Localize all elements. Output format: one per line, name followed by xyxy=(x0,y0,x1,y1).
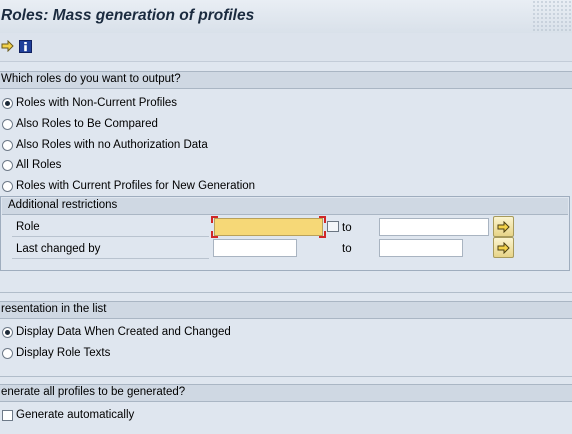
generate-automatically-checkbox[interactable] xyxy=(2,409,13,421)
radio-button[interactable] xyxy=(2,159,13,171)
title-bar: Roles: Mass generation of profiles xyxy=(0,0,572,34)
radio-button[interactable] xyxy=(2,180,13,192)
restrictions-header: Additional restrictions xyxy=(2,198,568,215)
output-section-header: Which roles do you want to output? xyxy=(0,71,572,89)
to-label: to xyxy=(342,222,352,234)
multiple-selection-arrow-icon xyxy=(497,241,510,254)
page-title: Roles: Mass generation of profiles xyxy=(1,7,255,24)
role-label: Role xyxy=(16,221,40,233)
label-underline xyxy=(12,236,209,237)
title-bar-pattern xyxy=(532,0,572,33)
section-separator xyxy=(0,376,572,377)
information-icon[interactable] xyxy=(18,39,32,53)
radio-button-selected[interactable] xyxy=(2,97,13,109)
radio-display-role-texts[interactable]: Display Role Texts xyxy=(2,344,110,362)
last-changed-by-from-input[interactable] xyxy=(213,239,297,257)
role-from-field-wrapper xyxy=(211,216,326,238)
radio-display-created-changed[interactable]: Display Data When Created and Changed xyxy=(2,323,231,341)
radio-button[interactable] xyxy=(2,118,13,130)
radio-no-authorization-data[interactable]: Also Roles with no Authorization Data xyxy=(2,136,208,154)
last-changed-by-multiple-selection-button[interactable] xyxy=(493,237,514,258)
multiple-selection-arrow-icon xyxy=(497,220,510,233)
to-label: to xyxy=(342,243,352,255)
role-from-input[interactable] xyxy=(214,218,323,236)
execute-arrow-icon[interactable] xyxy=(0,39,14,53)
radio-current-profiles-new-generation[interactable]: Roles with Current Profiles for New Gene… xyxy=(2,177,255,195)
label-underline xyxy=(12,258,209,259)
radio-roles-to-be-compared[interactable]: Also Roles to Be Compared xyxy=(2,115,158,133)
focus-corner xyxy=(319,231,326,238)
radio-non-current-profiles[interactable]: Roles with Non-Current Profiles xyxy=(2,94,177,112)
focus-corner xyxy=(211,231,218,238)
section-separator xyxy=(0,292,572,293)
generate-automatically-option[interactable]: Generate automatically xyxy=(2,406,134,424)
focus-corner xyxy=(211,216,218,223)
role-multiple-selection-button[interactable] xyxy=(493,216,514,237)
presentation-section-header: resentation in the list xyxy=(0,301,572,319)
application-toolbar xyxy=(0,33,572,62)
last-changed-by-label: Last changed by xyxy=(16,243,101,255)
value-help-icon[interactable] xyxy=(327,221,339,232)
role-to-input[interactable] xyxy=(379,218,489,236)
last-changed-by-to-input[interactable] xyxy=(379,239,463,257)
radio-button-selected[interactable] xyxy=(2,326,13,338)
radio-all-roles[interactable]: All Roles xyxy=(2,156,61,174)
radio-button[interactable] xyxy=(2,347,13,359)
generate-section-header: enerate all profiles to be generated? xyxy=(0,384,572,402)
radio-button[interactable] xyxy=(2,139,13,151)
focus-corner xyxy=(319,216,326,223)
